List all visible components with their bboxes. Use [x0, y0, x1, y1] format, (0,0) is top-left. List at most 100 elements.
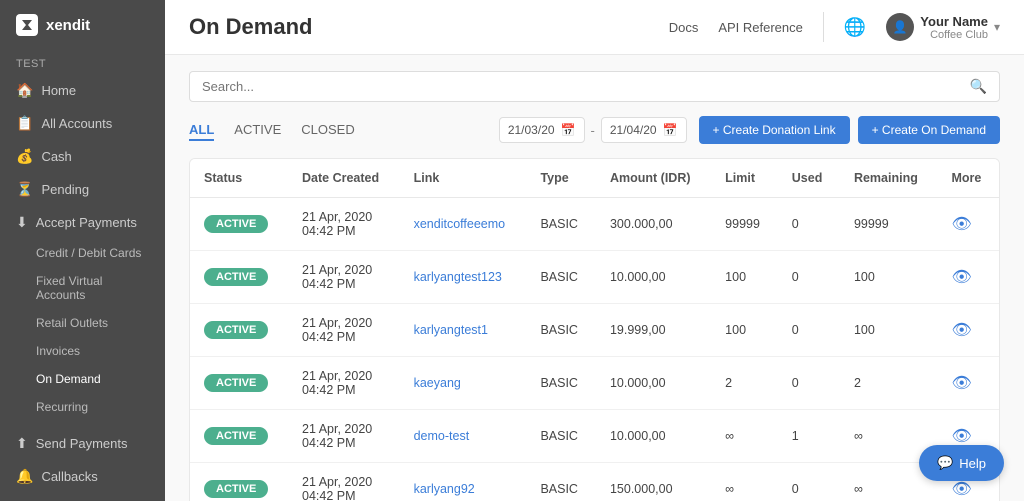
sidebar: xendit Test 🏠 Home 📋 All Accounts 💰 Cash… [0, 0, 165, 501]
sidebar-sub-retail[interactable]: Retail Outlets [0, 309, 165, 337]
cell-amount-3: 10.000,00 [596, 357, 711, 410]
cell-more-1[interactable]: 👁 [938, 251, 1000, 304]
cell-type-5: BASIC [526, 463, 596, 501]
topbar-right: Docs API Reference 🌐 👤 Your Name Coffee … [669, 12, 1000, 42]
cell-limit-1: 100 [711, 251, 778, 304]
date-separator: - [591, 123, 595, 138]
sidebar-logo-text: xendit [46, 17, 90, 34]
topbar-divider [823, 12, 824, 42]
col-used: Used [778, 159, 840, 198]
cell-date-5: 21 Apr, 2020 04:42 PM [288, 463, 400, 501]
cell-status-5: ACTIVE [190, 463, 288, 501]
table-row: ACTIVE 21 Apr, 2020 04:42 PM demo-test B… [190, 410, 999, 463]
cell-amount-4: 10.000,00 [596, 410, 711, 463]
cell-used-3: 0 [778, 357, 840, 410]
view-icon[interactable]: 👁 [952, 322, 972, 339]
status-badge: ACTIVE [204, 215, 268, 233]
cell-amount-0: 300.000,00 [596, 198, 711, 251]
search-icon: 🔍 [970, 78, 987, 95]
cell-date-4: 21 Apr, 2020 04:42 PM [288, 410, 400, 463]
data-table-wrapper: Status Date Created Link Type Amount (ID… [189, 158, 1000, 501]
sidebar-accounts-label: All Accounts [41, 116, 112, 131]
table-row: ACTIVE 21 Apr, 2020 04:42 PM karlyang92 … [190, 463, 999, 501]
sidebar-item-all-accounts[interactable]: 📋 All Accounts [0, 107, 165, 140]
table-row: ACTIVE 21 Apr, 2020 04:42 PM xenditcoffe… [190, 198, 999, 251]
tab-active[interactable]: ACTIVE [234, 120, 281, 141]
cell-remaining-0: 99999 [840, 198, 938, 251]
cell-status-0: ACTIVE [190, 198, 288, 251]
sidebar-sub-recurring[interactable]: Recurring [0, 393, 165, 421]
cell-used-5: 0 [778, 463, 840, 501]
cell-type-1: BASIC [526, 251, 596, 304]
date-from-input[interactable]: 21/03/20 📅 [499, 117, 585, 143]
col-amount: Amount (IDR) [596, 159, 711, 198]
accounts-icon: 📋 [16, 115, 33, 132]
sidebar-sub-on-demand[interactable]: On Demand [0, 365, 165, 393]
table-row: ACTIVE 21 Apr, 2020 04:42 PM kaeyang BAS… [190, 357, 999, 410]
cell-more-0[interactable]: 👁 [938, 198, 1000, 251]
cell-limit-3: 2 [711, 357, 778, 410]
view-icon[interactable]: 👁 [952, 428, 972, 445]
col-limit: Limit [711, 159, 778, 198]
docs-link[interactable]: Docs [669, 20, 699, 35]
cell-remaining-3: 2 [840, 357, 938, 410]
cell-more-2[interactable]: 👁 [938, 304, 1000, 357]
col-remaining: Remaining [840, 159, 938, 198]
user-info: Your Name Coffee Club [920, 14, 988, 41]
sidebar-sub-fixed-virtual[interactable]: Fixed Virtual Accounts [0, 267, 165, 309]
cell-link-5[interactable]: karlyang92 [400, 463, 527, 501]
sidebar-item-settings[interactable]: ⚙ Settings [0, 493, 165, 501]
sidebar-sub-credit-debit[interactable]: Credit / Debit Cards [0, 239, 165, 267]
cell-used-2: 0 [778, 304, 840, 357]
sidebar-pending-label: Pending [41, 182, 89, 197]
status-badge: ACTIVE [204, 480, 268, 498]
sidebar-item-send-payments[interactable]: ⬆ Send Payments [0, 427, 165, 460]
main-content: On Demand Docs API Reference 🌐 👤 Your Na… [165, 0, 1024, 501]
help-button[interactable]: 💬 Help [919, 445, 1004, 481]
view-icon[interactable]: 👁 [952, 375, 972, 392]
accept-payments-icon: ⬇ [16, 214, 28, 231]
sidebar-sub-invoices[interactable]: Invoices [0, 337, 165, 365]
create-on-demand-button[interactable]: + Create On Demand [858, 116, 1000, 144]
sidebar-item-home[interactable]: 🏠 Home [0, 74, 165, 107]
create-donation-button[interactable]: + Create Donation Link [699, 116, 850, 144]
cell-link-1[interactable]: karlyangtest123 [400, 251, 527, 304]
sidebar-item-pending[interactable]: ⏳ Pending [0, 173, 165, 206]
sidebar-item-callbacks[interactable]: 🔔 Callbacks [0, 460, 165, 493]
cell-remaining-1: 100 [840, 251, 938, 304]
globe-icon[interactable]: 🌐 [844, 17, 866, 38]
sidebar-accept-label: Accept Payments [36, 215, 137, 230]
cell-used-0: 0 [778, 198, 840, 251]
search-input[interactable] [202, 79, 970, 94]
cell-link-2[interactable]: karlyangtest1 [400, 304, 527, 357]
cell-remaining-2: 100 [840, 304, 938, 357]
col-type: Type [526, 159, 596, 198]
sidebar-logo[interactable]: xendit [0, 0, 165, 50]
table-header-row: Status Date Created Link Type Amount (ID… [190, 159, 999, 198]
page-title: On Demand [189, 14, 312, 40]
view-icon[interactable]: 👁 [952, 216, 972, 233]
date-to-input[interactable]: 21/04/20 📅 [601, 117, 687, 143]
cell-link-4[interactable]: demo-test [400, 410, 527, 463]
home-icon: 🏠 [16, 82, 33, 99]
cell-used-4: 1 [778, 410, 840, 463]
user-menu[interactable]: 👤 Your Name Coffee Club ▾ [886, 13, 1000, 41]
view-icon[interactable]: 👁 [952, 269, 972, 286]
sidebar-item-accept-payments[interactable]: ⬇ Accept Payments [0, 206, 165, 239]
view-icon[interactable]: 👁 [952, 481, 972, 498]
send-payments-icon: ⬆ [16, 435, 28, 452]
cell-more-3[interactable]: 👁 [938, 357, 1000, 410]
sidebar-item-cash[interactable]: 💰 Cash [0, 140, 165, 173]
calendar-to-icon: 📅 [663, 123, 678, 137]
tab-closed[interactable]: CLOSED [301, 120, 354, 141]
cell-status-2: ACTIVE [190, 304, 288, 357]
tab-all[interactable]: ALL [189, 120, 214, 141]
sidebar-callbacks-label: Callbacks [41, 469, 97, 484]
cell-status-4: ACTIVE [190, 410, 288, 463]
cell-date-3: 21 Apr, 2020 04:42 PM [288, 357, 400, 410]
cell-link-3[interactable]: kaeyang [400, 357, 527, 410]
xendit-logo-icon [16, 14, 38, 36]
api-reference-link[interactable]: API Reference [718, 20, 803, 35]
cell-used-1: 0 [778, 251, 840, 304]
cell-link-0[interactable]: xenditcoffeeemo [400, 198, 527, 251]
